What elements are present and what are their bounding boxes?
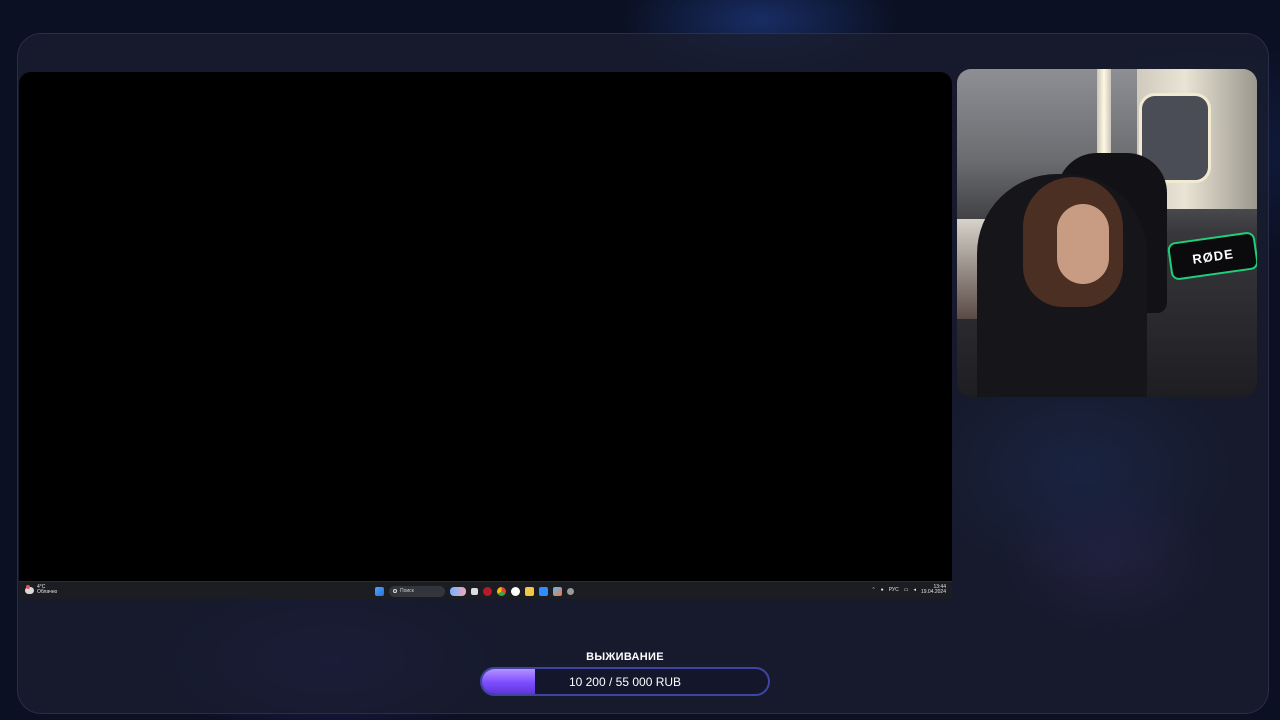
game-capture-area: 4°C Облачно Поиск ⌃ ● РУС ▭ ◂ 13:44 19.0… [19,72,952,599]
chrome-icon[interactable] [497,586,506,596]
chevron-up-icon[interactable]: ⌃ [871,587,875,593]
webcam-feed: RØDE [957,69,1257,397]
weather-desc: Облачно [37,589,58,595]
store-icon[interactable] [553,586,562,596]
volume-icon[interactable]: ◂ [913,587,916,593]
weather-widget[interactable]: 4°C Облачно [25,584,58,595]
settings-icon[interactable] [567,587,574,595]
search-icon [393,589,397,593]
mic-brand: RØDE [1191,245,1235,267]
language-indicator[interactable]: РУС [889,587,899,593]
yandex-icon[interactable] [511,586,520,596]
network-icon[interactable]: ▭ [904,587,909,593]
cloud-icon [25,584,34,594]
clock-date: 19.04.2024 [920,589,946,595]
streamer-face [1057,204,1109,284]
donation-goal-title: ВЫЖИВАНИЕ [586,651,664,663]
system-tray: ⌃ ● РУС ▭ ◂ 13:44 19.04.2024 [871,585,946,595]
microphone-icon[interactable]: ● [881,587,884,593]
task-view-icon[interactable] [471,587,478,595]
taskbar-pinned: Поиск [375,585,574,597]
windows-start-icon[interactable] [375,586,384,596]
search-placeholder: Поиск [400,588,414,594]
windows-taskbar: 4°C Облачно Поиск ⌃ ● РУС ▭ ◂ 13:44 19.0… [19,581,952,599]
donation-goal-bar: 10 200 / 55 000 RUB [480,667,770,696]
taskbar-search[interactable]: Поиск [389,585,445,597]
donation-goal-text: 10 200 / 55 000 RUB [568,674,682,689]
folder-icon[interactable] [525,586,534,596]
check-icon[interactable] [539,586,548,596]
opera-icon[interactable] [483,586,492,596]
widgets-icon[interactable] [450,586,466,596]
taskbar-clock[interactable]: 13:44 19.04.2024 [921,585,946,595]
microphone: RØDE [1166,231,1257,281]
